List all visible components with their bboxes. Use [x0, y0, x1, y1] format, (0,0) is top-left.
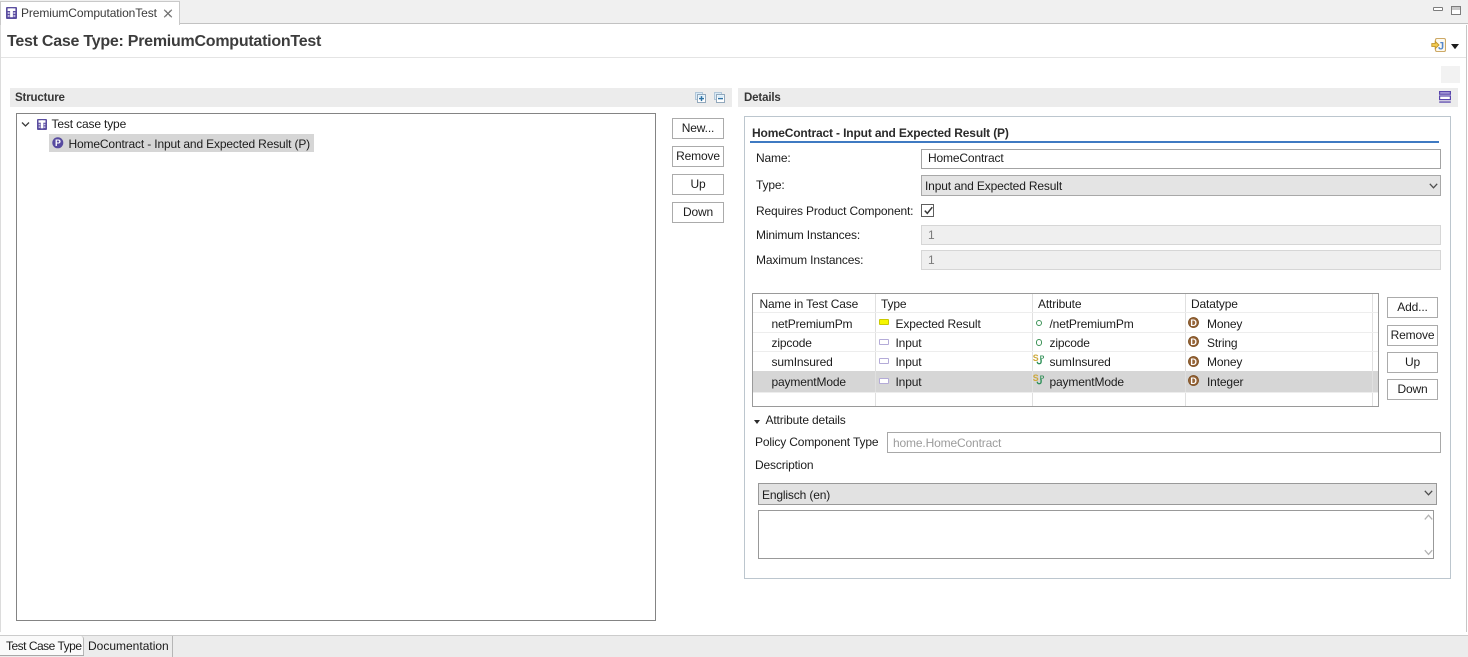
svg-text:D: D: [1190, 318, 1197, 328]
svg-text:D: D: [1190, 356, 1197, 366]
svg-text:S: S: [1033, 353, 1039, 363]
svg-text:S: S: [1033, 373, 1039, 383]
svg-text:D: D: [1190, 337, 1197, 347]
svg-text:P: P: [55, 138, 61, 148]
svg-text:J: J: [1438, 41, 1444, 53]
svg-text:P: P: [1040, 374, 1045, 381]
svg-text:P: P: [1040, 355, 1045, 362]
svg-text:D: D: [1190, 376, 1197, 386]
